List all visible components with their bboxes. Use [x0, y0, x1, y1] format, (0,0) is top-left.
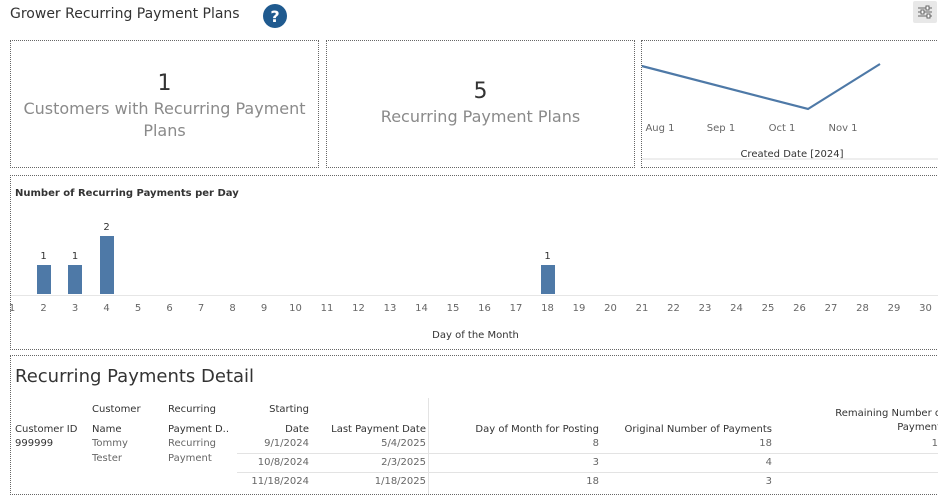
day-tick-21: 21	[635, 303, 649, 314]
day-tick-25: 25	[761, 303, 775, 314]
day-tick-10: 10	[289, 303, 302, 314]
filter-controls-button[interactable]	[913, 1, 937, 23]
col-header-start-line1[interactable]: Starting	[237, 404, 309, 415]
payments-per-day-panel[interactable]: Number of Recurring Payments per Day 112…	[9, 175, 938, 350]
day-tick-27: 27	[824, 303, 838, 314]
col-header-original-payments[interactable]: Original Number of Payments	[601, 424, 772, 435]
bar-day-3[interactable]	[68, 265, 82, 294]
help-icon[interactable]: ?	[263, 4, 287, 28]
trend-tick-2: Oct 1	[768, 123, 796, 134]
day-tick-20: 20	[604, 303, 617, 314]
day-tick-7: 7	[197, 303, 205, 314]
kpi-plans-value: 5	[473, 79, 488, 104]
table-row-1-orig[interactable]: 18	[601, 438, 772, 449]
day-tick-30: 30	[919, 303, 932, 314]
customer-name-cell-line2[interactable]: Tester	[92, 453, 122, 464]
trend-tick-1: Sep 1	[706, 123, 736, 134]
customer-id-cell[interactable]: 999999	[15, 438, 53, 449]
day-tick-26: 26	[793, 303, 806, 314]
day-tick-13: 13	[383, 303, 397, 314]
bar-day-2[interactable]	[36, 265, 51, 294]
day-tick-16: 16	[478, 303, 491, 314]
day-tick-12: 12	[352, 303, 365, 314]
customer-name-cell-line1[interactable]: Tommy	[92, 438, 128, 449]
table-row-3-orig[interactable]: 3	[601, 476, 772, 487]
day-tick-22: 22	[667, 303, 680, 314]
table-row-2-start[interactable]: 10/8/2024	[237, 457, 309, 468]
bar-value-label-day-2: 1	[40, 251, 47, 262]
table-row-1-remain[interactable]: 1	[781, 438, 938, 449]
day-tick-19: 19	[572, 303, 586, 314]
day-tick-28: 28	[856, 303, 869, 314]
day-tick-6: 6	[166, 303, 173, 314]
col-header-customer-name-line2[interactable]: Name	[92, 424, 122, 435]
day-tick-8: 8	[229, 303, 236, 314]
sliders-icon	[918, 5, 932, 19]
day-axis-line	[11, 295, 938, 296]
page-title: Grower Recurring Payment Plans	[10, 6, 240, 22]
payment-desc-cell-line2[interactable]: Payment	[168, 453, 212, 464]
col-header-payment-line1[interactable]: Recurring	[168, 404, 216, 415]
detail-title: Recurring Payments Detail	[15, 366, 255, 387]
row-divider	[237, 472, 938, 473]
kpi-customers-panel[interactable]: 1 Customers with Recurring Payment Plans	[10, 40, 319, 168]
payment-desc-cell-line1[interactable]: Recurring	[168, 438, 216, 449]
bar-value-label-day-4: 2	[103, 222, 110, 233]
day-tick-9: 9	[260, 303, 268, 314]
trend-x-axis-label: Created Date [2024]	[740, 149, 844, 160]
table-row-1-day[interactable]: 8	[431, 438, 599, 449]
day-tick-24: 24	[730, 303, 743, 314]
day-tick-29: 29	[887, 303, 901, 314]
trend-tick-3: Nov 1	[828, 123, 858, 134]
day-tick-14: 14	[415, 303, 428, 314]
col-header-remaining-line2[interactable]: Payment	[781, 422, 938, 433]
kpi-customers-value: 1	[157, 71, 172, 96]
kpi-plans-panel[interactable]: 5 Recurring Payment Plans	[326, 40, 635, 168]
table-row-2-day[interactable]: 3	[431, 457, 599, 468]
day-tick-23: 23	[698, 303, 712, 314]
bar-day-18[interactable]	[540, 265, 555, 294]
table-row-2-last[interactable]: 2/3/2025	[311, 457, 426, 468]
table-row-3-start[interactable]: 11/18/2024	[237, 476, 309, 487]
day-tick-17: 17	[509, 303, 523, 314]
bar-day-4[interactable]	[99, 236, 114, 294]
trend-tick-0: Aug 1	[645, 123, 675, 134]
table-row-1-last[interactable]: 5/4/2025	[311, 438, 426, 449]
col-header-payment-line2[interactable]: Payment D..	[168, 424, 229, 435]
bar-value-label-day-18: 1	[544, 251, 551, 262]
kpi-customers-label-line2: Plans	[143, 121, 186, 140]
day-tick-15: 15	[446, 303, 460, 314]
col-header-start-line2[interactable]: Date	[237, 424, 309, 435]
day-tick-5: 5	[134, 303, 142, 314]
trend-series-line[interactable]	[642, 63, 881, 111]
day-tick-11: 11	[320, 303, 334, 314]
kpi-customers-label-line1: Customers with Recurring Payment	[23, 99, 306, 118]
day-tick-4: 4	[103, 303, 110, 314]
payments-per-day-title: Number of Recurring Payments per Day	[15, 188, 239, 199]
day-x-axis-label: Day of the Month	[432, 330, 519, 341]
col-header-day-of-month[interactable]: Day of Month for Posting	[431, 424, 599, 435]
table-row-2-orig[interactable]: 4	[601, 457, 772, 468]
day-tick-2: 2	[40, 303, 47, 314]
col-header-customer-id[interactable]: Customer ID	[15, 424, 77, 435]
bar-value-label-day-3: 1	[71, 251, 79, 262]
day-tick-1: 1	[8, 303, 16, 314]
day-tick-18: 18	[541, 303, 554, 314]
table-row-1-start[interactable]: 9/1/2024	[237, 438, 309, 449]
table-row-3-last[interactable]: 1/18/2025	[311, 476, 426, 487]
day-tick-3: 3	[71, 303, 79, 314]
kpi-plans-label: Recurring Payment Plans	[380, 107, 581, 126]
col-header-remaining-line1[interactable]: Remaining Number o	[781, 408, 938, 419]
col-header-last-payment[interactable]: Last Payment Date	[311, 424, 426, 435]
created-date-trend-panel[interactable]: Aug 1 Sep 1 Oct 1 Nov 1 Created Date [2024]	[641, 40, 938, 168]
recurring-payments-detail-panel[interactable]: Recurring Payments Detail Customer ID Cu…	[10, 355, 938, 495]
table-row-3-day[interactable]: 18	[431, 476, 599, 487]
row-divider	[237, 453, 938, 454]
col-header-customer-name-line1[interactable]: Customer	[92, 404, 141, 415]
column-divider	[428, 398, 429, 494]
